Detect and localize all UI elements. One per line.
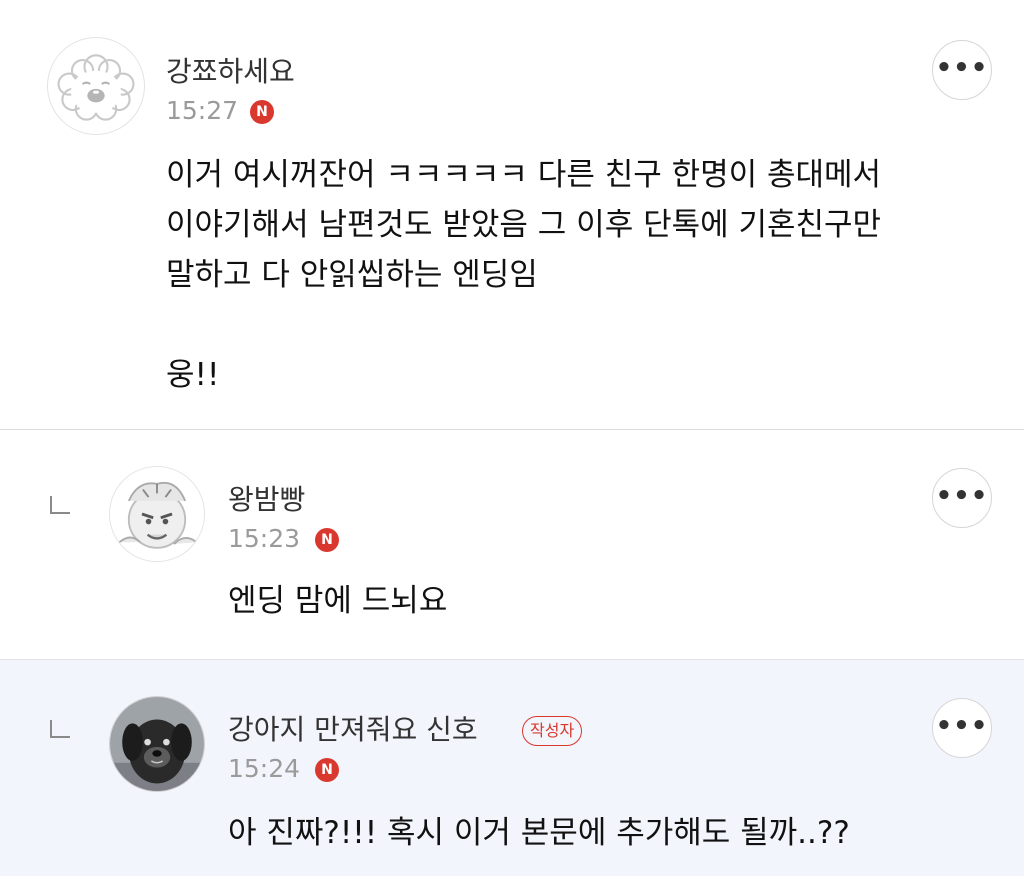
cartoon-character-icon: [110, 467, 204, 561]
more-options-button[interactable]: •••: [932, 468, 992, 528]
new-badge: N: [315, 758, 339, 782]
new-badge: N: [250, 100, 274, 124]
comment-author[interactable]: 강아지 만져줘요 신호: [228, 708, 478, 748]
more-options-button[interactable]: •••: [932, 698, 992, 758]
avatar[interactable]: [109, 696, 205, 792]
comment-body: 아 진짜?!!! 혹시 이거 본문에 추가해도 될까..??: [228, 815, 850, 851]
comment-item: 강쬬하세요 15:27 N ••• 이거 여시꺼잔어 ㅋㅋㅋㅋㅋ 다른 친구 한…: [0, 0, 1024, 430]
reply-arrow-icon: [50, 720, 70, 738]
comment-author[interactable]: 강쬬하세요: [166, 50, 295, 90]
comment-time: 15:27: [166, 96, 239, 125]
avatar[interactable]: [109, 466, 205, 562]
fluffy-dog-illustration-icon: [57, 54, 135, 121]
black-dog-photo-icon: [110, 697, 204, 791]
avatar[interactable]: [47, 37, 145, 135]
author-badge: 작성자: [522, 716, 583, 746]
reply-item: 왕밤빵 15:23 N ••• 엔딩 맘에 드뇌요: [0, 430, 1024, 660]
comment-time: 15:23: [228, 524, 301, 553]
more-options-button[interactable]: •••: [932, 40, 992, 100]
comment-author[interactable]: 왕밤빵: [228, 478, 305, 518]
comment-body: 이거 여시꺼잔어 ㅋㅋㅋㅋㅋ 다른 친구 한명이 총대메서 이야기해서 남편것도…: [166, 157, 882, 393]
comment-time: 15:24: [228, 754, 301, 783]
new-badge: N: [315, 528, 339, 552]
comment-body: 엔딩 맘에 드뇌요: [228, 583, 448, 619]
reply-arrow-icon: [50, 496, 70, 514]
reply-item: 강아지 만져줘요 신호 작성자 15:24 N ••• 아 진짜?!!! 혹시 …: [0, 660, 1024, 876]
